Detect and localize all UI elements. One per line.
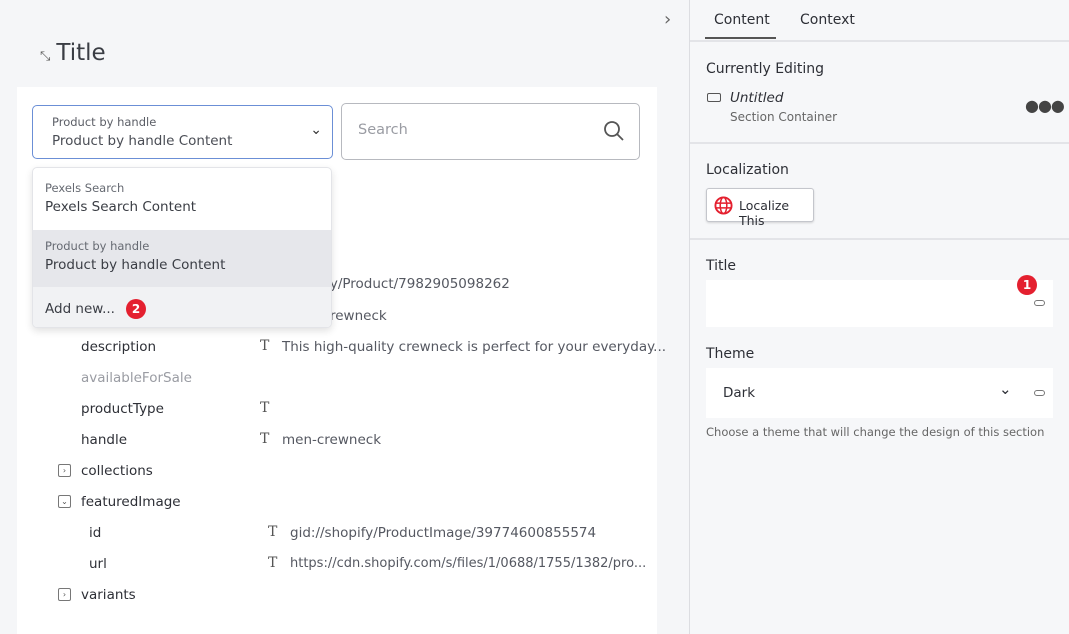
source-dropdown-menu: Pexels Search Pexels Search Content Prod… xyxy=(32,167,332,328)
theme-select[interactable]: Dark ⌄ xyxy=(706,368,1053,418)
title-input[interactable]: 1 xyxy=(706,275,1053,327)
link-icon[interactable] xyxy=(1034,390,1045,396)
tree-row[interactable]: variants xyxy=(81,587,136,603)
resize-icon: ⤡ xyxy=(40,49,51,64)
tree-row[interactable]: id xyxy=(89,525,101,541)
tree-row[interactable]: availableForSale xyxy=(81,370,192,386)
add-new-option[interactable]: Add new... 2 xyxy=(33,287,331,327)
container-icon xyxy=(707,93,721,102)
divider xyxy=(690,238,1069,240)
expand-icon[interactable]: › xyxy=(58,588,71,601)
text-type-icon: T xyxy=(260,431,270,447)
text-type-icon: T xyxy=(268,555,278,571)
chevron-down-icon: ⌄ xyxy=(999,380,1012,398)
search-input[interactable]: Search xyxy=(341,103,640,160)
divider xyxy=(690,142,1069,144)
text-type-icon: T xyxy=(260,338,270,354)
dropdown-option[interactable]: Pexels Search Pexels Search Content xyxy=(33,168,331,230)
step-badge: 2 xyxy=(126,299,147,319)
page-title: ⤡ Title xyxy=(40,40,106,66)
divider xyxy=(690,40,1069,42)
step-badge: 1 xyxy=(1017,275,1037,295)
text-type-icon: T xyxy=(260,400,270,416)
tree-row[interactable]: collections xyxy=(81,463,153,479)
search-icon xyxy=(604,121,624,141)
source-select[interactable]: Product by handle Product by handle Cont… xyxy=(32,105,333,159)
collapse-icon[interactable]: ⌄ xyxy=(58,495,71,508)
more-options-icon[interactable]: ●●● xyxy=(1025,96,1065,115)
tab-context[interactable]: Context xyxy=(800,12,855,28)
tab-content[interactable]: Content xyxy=(714,12,770,28)
chevron-down-icon: ⌄ xyxy=(310,122,322,138)
tree-row[interactable]: description xyxy=(81,339,156,355)
active-tab-indicator xyxy=(705,37,776,39)
link-icon[interactable] xyxy=(1034,300,1045,306)
tree-row[interactable]: url xyxy=(89,556,107,572)
text-type-icon: T xyxy=(268,524,278,540)
tree-row[interactable]: handle xyxy=(81,432,127,448)
localize-button[interactable]: Localize This xyxy=(706,188,814,228)
dropdown-option-selected[interactable]: Product by handle Product by handle Cont… xyxy=(33,230,331,287)
expand-icon[interactable]: › xyxy=(58,464,71,477)
tree-row[interactable]: featuredImage xyxy=(81,494,181,510)
tree-row[interactable]: productType xyxy=(81,401,164,417)
collapse-panel-button[interactable]: › xyxy=(664,9,671,30)
globe-icon xyxy=(714,196,733,215)
properties-panel: Content Context Currently Editing Untitl… xyxy=(689,0,1069,634)
